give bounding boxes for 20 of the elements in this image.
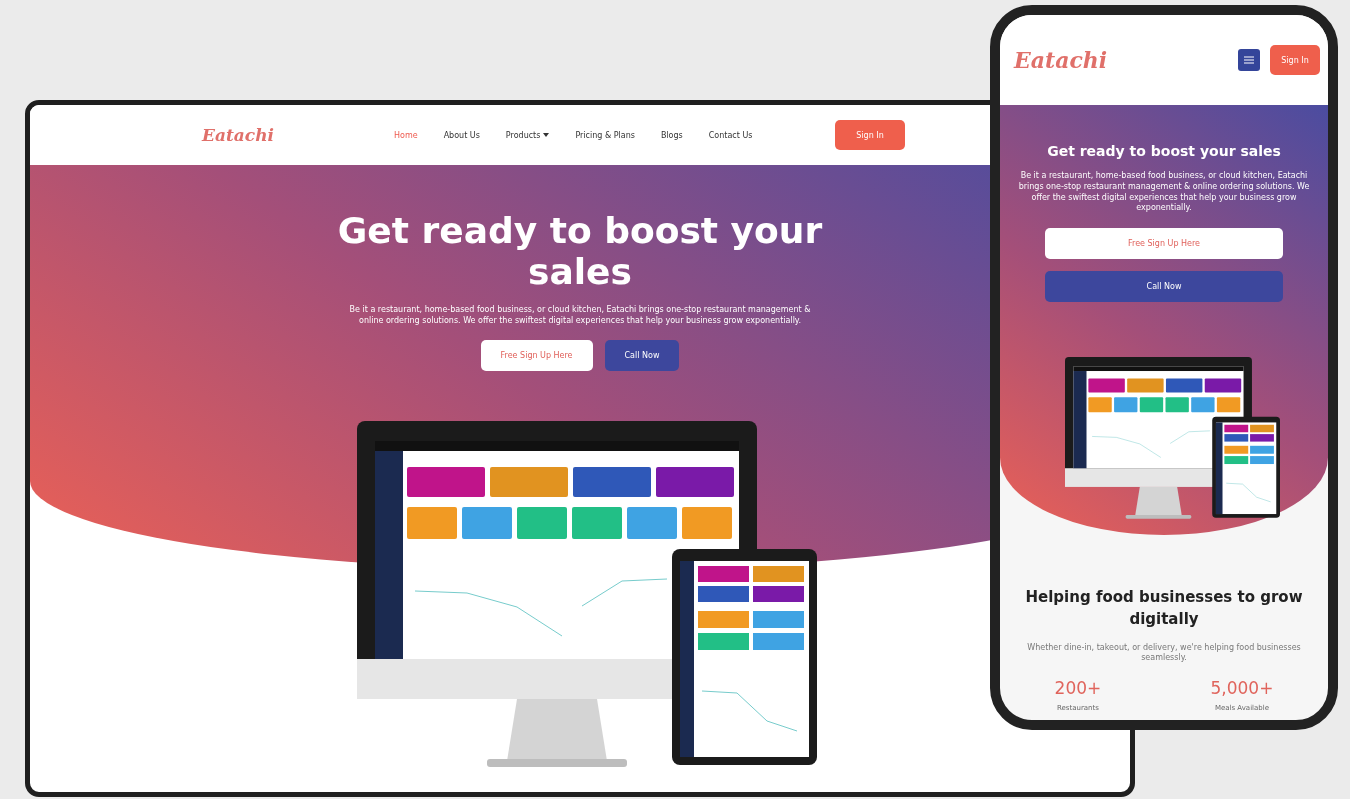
nav-link[interactable]: About Us — [443, 130, 480, 140]
nav-link[interactable]: Pricing & Plans — [575, 130, 635, 140]
menu-button[interactable] — [1238, 49, 1260, 71]
hero-text: Be it a restaurant, home-based food business, or cloud kitchen, Eatachi brings one-stop restaurant management & online ordering solutions. We offer the swiftest digital experiences that help your business grow exponentially. — [1017, 171, 1311, 215]
hero-title: Get ready to boost your sales — [336, 210, 824, 293]
hero-title: Get ready to boost your sales — [1047, 143, 1281, 160]
nav-link[interactable]: Blogs — [660, 130, 683, 140]
sign-up-button[interactable]: Free Sign Up Here — [480, 340, 593, 372]
call-button[interactable]: Call Now — [1045, 271, 1283, 303]
section-title: Helping food businesses to grow digitally — [1024, 587, 1304, 630]
nav-link[interactable]: Contact Us — [708, 130, 753, 140]
section-text: Whether dine-in, takeout, or delivery, we're helping food businesses seamlessly. — [1026, 642, 1302, 665]
nav-link[interactable]: Home — [394, 130, 418, 140]
stat-value: 5,000+ — [1210, 678, 1274, 699]
sign-up-button[interactable]: Free Sign Up Here — [1045, 228, 1283, 260]
call-button[interactable]: Call Now — [604, 340, 680, 372]
hero-text: Be it a restaurant, home-based food business, or cloud kitchen, Eatachi brings one-stop restaurant management & online ordering solutions. We offer the swiftest digital experiences that help your business grow exponentially. — [348, 304, 812, 327]
menu-icon — [1244, 56, 1254, 64]
stat-value: 200+ — [1054, 678, 1102, 699]
nav-link[interactable]: Products — [505, 130, 550, 140]
